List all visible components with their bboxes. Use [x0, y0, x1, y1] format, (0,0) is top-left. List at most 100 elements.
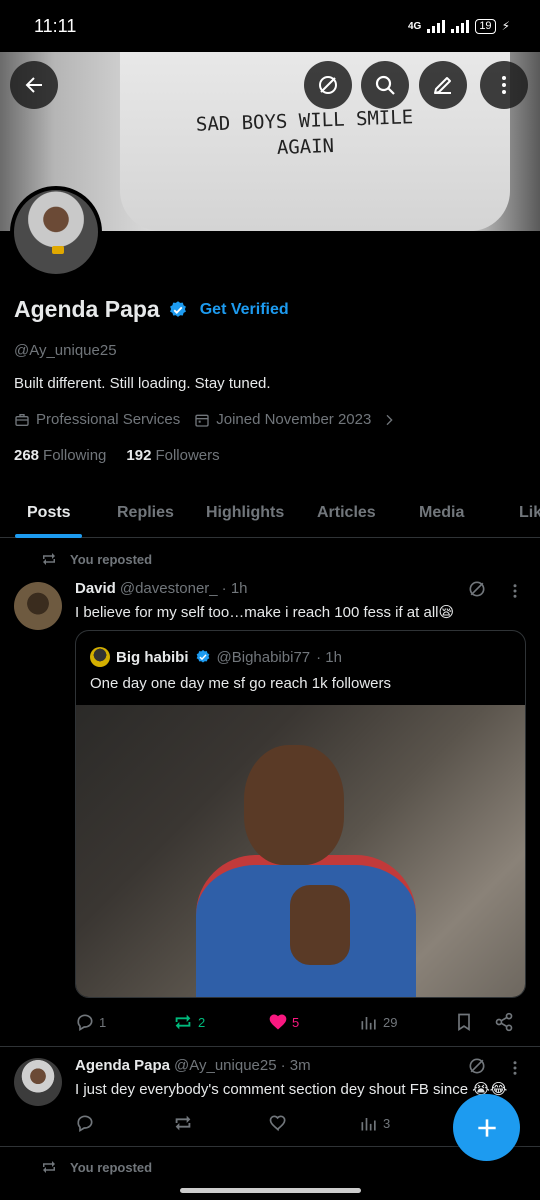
- bookmark-icon[interactable]: [454, 1012, 474, 1032]
- grok-icon[interactable]: [467, 1056, 487, 1076]
- calendar-icon: [195, 414, 209, 427]
- post-time: · 1h: [221, 580, 248, 597]
- tab-articles[interactable]: Articles: [317, 488, 376, 538]
- quoted-post[interactable]: Big habibi @Bighabibi77 · 1h One day one…: [75, 630, 526, 998]
- bow-tie: [52, 246, 64, 254]
- like-button[interactable]: 5: [268, 1009, 299, 1035]
- quote-image[interactable]: [76, 705, 525, 997]
- more-button[interactable]: [480, 61, 528, 109]
- status-bar: 11:11 4G 19 ⚡: [0, 0, 540, 52]
- repost-indicator: You reposted: [40, 550, 152, 568]
- compose-button[interactable]: [453, 1094, 520, 1161]
- more-vertical-icon: [502, 76, 506, 94]
- home-indicator[interactable]: [180, 1188, 361, 1193]
- repost-count: 2: [198, 1014, 206, 1030]
- tab-highlights[interactable]: Highlights: [206, 488, 284, 538]
- post-avatar[interactable]: [14, 1058, 62, 1106]
- repost-button[interactable]: 2: [172, 1009, 205, 1035]
- battery-icon: 19: [475, 18, 496, 34]
- post-header: Agenda Papa @Ay_unique25 · 3m: [75, 1057, 311, 1074]
- chevron-right-icon[interactable]: [381, 412, 397, 428]
- repost-icon: [43, 1161, 55, 1173]
- profile-bio: Built different. Still loading. Stay tun…: [14, 375, 271, 392]
- views-button[interactable]: 3: [359, 1110, 390, 1136]
- quote-handle: @Bighabibi77: [216, 648, 311, 666]
- quote-header: Big habibi @Bighabibi77 · 1h: [90, 647, 342, 667]
- signal-icon: [427, 19, 446, 33]
- heart-icon: [269, 1115, 286, 1132]
- post-handle[interactable]: @davestoner_: [120, 580, 218, 597]
- verified-badge-icon: [196, 650, 209, 663]
- image-hands: [290, 885, 350, 965]
- reply-button[interactable]: 1: [75, 1009, 106, 1035]
- following-link[interactable]: 268 Following: [14, 447, 106, 464]
- post-text: I believe for my self too…make i reach 1…: [75, 604, 455, 621]
- post-more-icon[interactable]: [506, 582, 524, 600]
- arrow-left-icon: [25, 77, 42, 93]
- repost-icon: [43, 553, 55, 565]
- post-avatar[interactable]: [14, 582, 62, 630]
- get-verified-link[interactable]: Get Verified: [200, 301, 289, 319]
- repost-indicator: You reposted: [40, 1158, 152, 1176]
- tab-replies[interactable]: Replies: [117, 488, 174, 538]
- heart-icon: [269, 1014, 287, 1030]
- repost-icon: [175, 1014, 191, 1030]
- following-label: Following: [43, 447, 107, 464]
- repost-label: You reposted: [70, 1159, 153, 1175]
- pencil-icon: [434, 77, 451, 94]
- grok-button[interactable]: [304, 61, 352, 109]
- plus-icon: [477, 1118, 496, 1137]
- post-author[interactable]: David: [75, 580, 116, 597]
- status-time: 11:11: [34, 15, 77, 36]
- views-icon: [361, 1017, 376, 1030]
- profile-name: Agenda Papa: [14, 296, 160, 322]
- image-face: [244, 745, 344, 865]
- post-author[interactable]: Agenda Papa: [75, 1057, 170, 1074]
- quote-time: · 1h: [316, 648, 342, 666]
- grok-icon: [319, 76, 337, 94]
- grok-icon[interactable]: [467, 579, 487, 599]
- back-button[interactable]: [10, 61, 58, 109]
- profile-category[interactable]: Professional Services: [36, 411, 180, 428]
- views-count: 3: [383, 1115, 391, 1131]
- post-time: · 3m: [280, 1057, 311, 1074]
- followers-label: Followers: [155, 447, 220, 464]
- tab-likes[interactable]: Lik: [519, 488, 540, 538]
- verified-badge-icon: [169, 300, 186, 317]
- post-actions: 1 2 5 29: [75, 1009, 525, 1035]
- network-label: 4G: [407, 20, 422, 32]
- views-count: 29: [383, 1014, 398, 1030]
- views-icon: [361, 1118, 376, 1131]
- profile-tabs: Posts Replies Highlights Articles Media …: [0, 488, 540, 538]
- like-button[interactable]: [268, 1110, 288, 1136]
- views-button[interactable]: 29: [359, 1009, 397, 1035]
- post-header: David @davestoner_ · 1h: [75, 580, 248, 597]
- share-icon[interactable]: [494, 1012, 514, 1032]
- followers-link[interactable]: 192 Followers: [126, 447, 219, 464]
- post-text: I just dey everybody's comment section d…: [75, 1081, 508, 1098]
- reply-button[interactable]: [75, 1110, 95, 1136]
- search-icon: [375, 75, 395, 95]
- briefcase-icon: [15, 413, 29, 426]
- search-button[interactable]: [361, 61, 409, 109]
- post-divider: [0, 1046, 540, 1047]
- banner-shirt-text: SAD BOYS WILL SMILE AGAIN: [174, 103, 436, 164]
- reply-count: 1: [99, 1014, 107, 1030]
- profile-meta: Professional Services Joined November 20…: [14, 411, 397, 428]
- reply-icon: [77, 1115, 93, 1132]
- post-handle[interactable]: @Ay_unique25: [174, 1057, 277, 1074]
- post-more-icon[interactable]: [506, 1059, 524, 1077]
- quote-avatar: [90, 647, 110, 667]
- quote-author: Big habibi: [116, 648, 189, 666]
- profile-avatar[interactable]: [10, 186, 102, 278]
- repost-button[interactable]: [172, 1110, 194, 1136]
- quote-text: One day one day me sf go reach 1k follow…: [90, 675, 391, 692]
- followers-count: 192: [126, 447, 152, 464]
- following-count: 268: [14, 447, 40, 464]
- reply-icon: [77, 1014, 93, 1031]
- tab-posts[interactable]: Posts: [27, 488, 71, 538]
- profile-joined: Joined November 2023: [216, 411, 372, 428]
- edit-button[interactable]: [419, 61, 467, 109]
- follow-stats: 268 Following 192 Followers: [14, 447, 220, 464]
- tab-media[interactable]: Media: [419, 488, 464, 538]
